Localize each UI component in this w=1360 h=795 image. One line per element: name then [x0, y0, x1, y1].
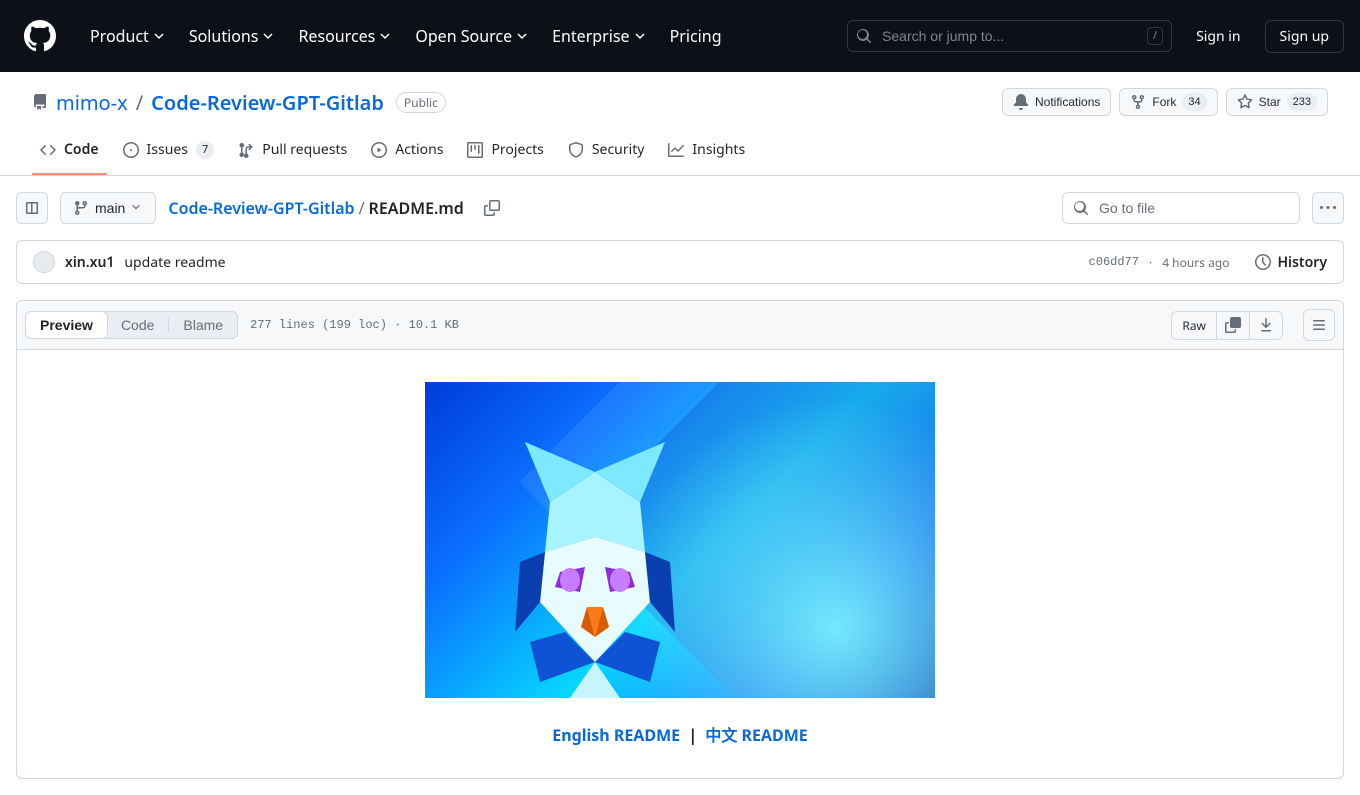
breadcrumb-file: README.md — [369, 197, 464, 219]
file-area: main Code-Review-GPT-Gitlab / README.md … — [0, 176, 1360, 795]
go-to-file[interactable] — [1062, 192, 1300, 224]
more-options-button[interactable] — [1312, 192, 1344, 224]
global-search-input[interactable] — [880, 27, 1139, 45]
commit-time: 4 hours ago — [1162, 254, 1229, 271]
shield-icon — [568, 142, 584, 158]
fork-button[interactable]: Fork 34 — [1119, 88, 1217, 116]
branch-select-button[interactable]: main — [60, 192, 156, 224]
commit-author[interactable]: xin.xu1 — [65, 253, 114, 272]
readme-lang-links: English README | 中文 README — [49, 722, 1311, 746]
history-link[interactable]: History — [1255, 253, 1327, 272]
play-icon — [371, 142, 387, 158]
history-icon — [1255, 254, 1271, 270]
file-toolbar: Preview Code Blame 277 lines (199 loc) ·… — [17, 301, 1343, 350]
sign-up-button[interactable]: Sign up — [1265, 20, 1344, 53]
readme-preview: English README | 中文 README — [17, 350, 1343, 778]
nav-resources[interactable]: Resources — [288, 17, 401, 55]
chevron-down-icon — [131, 202, 143, 214]
github-logo[interactable] — [24, 20, 56, 52]
star-icon — [1237, 94, 1253, 110]
copy-icon — [484, 200, 500, 216]
sign-in-link[interactable]: Sign in — [1184, 19, 1252, 54]
search-icon — [1073, 200, 1089, 216]
search-icon — [856, 28, 872, 44]
view-mode-segment: Preview Code Blame — [25, 311, 238, 339]
repo-tabs: Code Issues7 Pull requests Actions Proje… — [32, 132, 1328, 175]
sidebar-collapse-icon — [24, 200, 40, 216]
global-search[interactable]: / — [847, 20, 1172, 52]
download-icon — [1258, 317, 1274, 333]
tab-security[interactable]: Security — [560, 132, 653, 175]
kebab-icon — [1320, 200, 1336, 216]
file-box: Preview Code Blame 277 lines (199 loc) ·… — [16, 300, 1344, 779]
project-icon — [467, 142, 483, 158]
copy-path-button[interactable] — [476, 192, 508, 224]
repo-name-link[interactable]: Code-Review-GPT-Gitlab — [151, 89, 384, 116]
file-stats: 277 lines (199 loc) · 10.1 KB — [250, 318, 459, 332]
git-branch-icon — [73, 200, 89, 216]
star-button[interactable]: Star 233 — [1226, 88, 1328, 116]
nav-enterprise[interactable]: Enterprise — [542, 17, 655, 55]
english-readme-link[interactable]: English README — [552, 724, 680, 746]
toggle-file-tree-button[interactable] — [16, 192, 48, 224]
tab-issues[interactable]: Issues7 — [115, 132, 223, 175]
tab-code[interactable]: Code — [32, 132, 107, 175]
chevron-down-icon — [262, 30, 274, 42]
go-to-file-input[interactable] — [1097, 199, 1289, 217]
commit-message[interactable]: update readme — [124, 253, 225, 272]
chevron-down-icon — [634, 30, 646, 42]
fork-count: 34 — [1182, 93, 1206, 111]
search-shortcut-hint: / — [1147, 27, 1163, 45]
tab-projects[interactable]: Projects — [459, 132, 551, 175]
nav-solutions[interactable]: Solutions — [179, 17, 285, 55]
git-pull-request-icon — [238, 142, 254, 158]
tab-code-view[interactable]: Code — [107, 312, 168, 338]
path-separator: / — [136, 89, 143, 116]
nav-product[interactable]: Product — [80, 17, 175, 55]
banner-image — [425, 382, 935, 698]
commit-sha[interactable]: c06dd77 — [1089, 255, 1139, 269]
tab-preview[interactable]: Preview — [26, 312, 107, 338]
nav-open-source[interactable]: Open Source — [405, 17, 538, 55]
tab-actions[interactable]: Actions — [363, 132, 451, 175]
raw-button[interactable]: Raw — [1172, 312, 1217, 339]
global-nav: Product Solutions Resources Open Source … — [80, 17, 732, 55]
star-count: 233 — [1287, 93, 1317, 111]
outline-button[interactable] — [1303, 309, 1335, 341]
breadcrumb-root[interactable]: Code-Review-GPT-Gitlab — [168, 197, 354, 219]
list-icon — [1311, 317, 1327, 333]
tab-insights[interactable]: Insights — [660, 132, 753, 175]
code-icon — [40, 142, 56, 158]
avatar[interactable] — [33, 251, 55, 273]
chinese-readme-link[interactable]: 中文 README — [705, 724, 807, 746]
repo-header: mimo-x / Code-Review-GPT-Gitlab Public N… — [0, 72, 1360, 176]
git-fork-icon — [1130, 94, 1146, 110]
tab-pull-requests[interactable]: Pull requests — [230, 132, 355, 175]
notifications-button[interactable]: Notifications — [1002, 88, 1111, 116]
global-header: Product Solutions Resources Open Source … — [0, 0, 1360, 72]
copy-raw-button[interactable] — [1217, 312, 1250, 339]
copy-icon — [1225, 317, 1241, 333]
chevron-down-icon — [516, 30, 528, 42]
download-raw-button[interactable] — [1250, 312, 1282, 339]
breadcrumb: Code-Review-GPT-Gitlab / README.md — [168, 197, 463, 219]
nav-pricing[interactable]: Pricing — [660, 17, 732, 55]
issue-icon — [123, 142, 139, 158]
repo-icon — [32, 94, 48, 110]
chevron-down-icon — [379, 30, 391, 42]
visibility-badge: Public — [396, 92, 446, 113]
graph-icon — [668, 142, 684, 158]
repo-owner-link[interactable]: mimo-x — [56, 89, 128, 116]
tab-blame[interactable]: Blame — [169, 312, 237, 338]
latest-commit-bar: xin.xu1 update readme c06dd77 · 4 hours … — [16, 240, 1344, 284]
issues-count: 7 — [196, 141, 214, 159]
chevron-down-icon — [153, 30, 165, 42]
bell-icon — [1013, 94, 1029, 110]
